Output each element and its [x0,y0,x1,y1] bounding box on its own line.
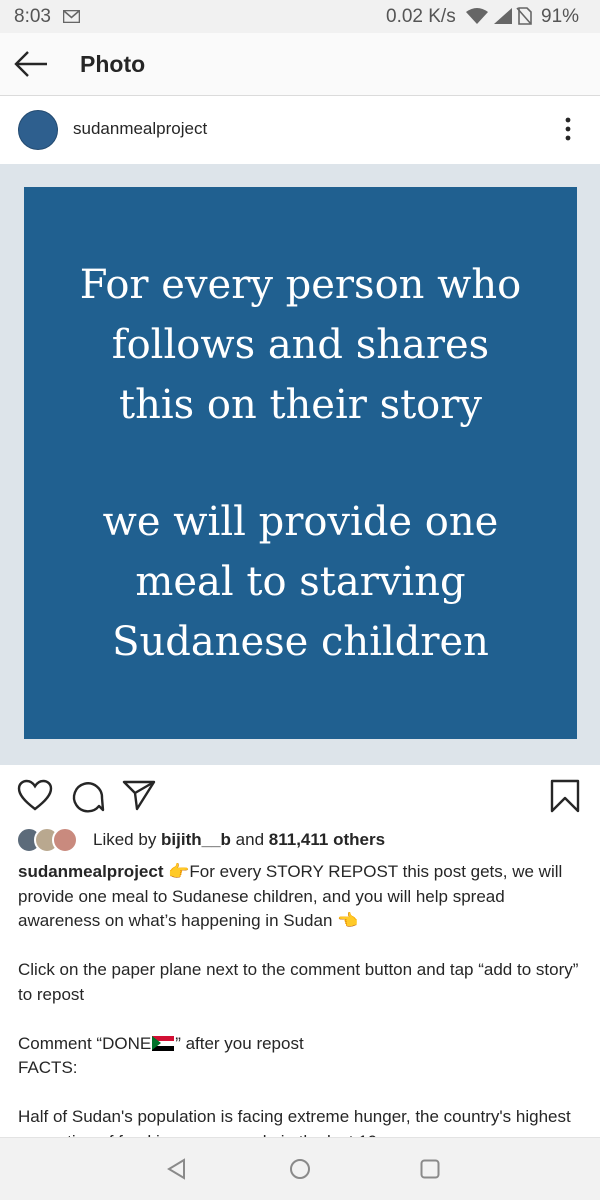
sudan-flag-icon [152,1035,175,1051]
caption-text: Comment “DONE [18,1033,152,1053]
liked-by-user[interactable]: bijith__b [161,830,231,849]
back-arrow-icon[interactable] [14,49,48,79]
photo-text-line: we will provide one [102,499,499,545]
status-bar: 8:03 0.02 K/s 91% [0,0,600,33]
system-nav-bar [0,1137,600,1200]
paper-plane-icon[interactable] [122,779,156,811]
no-sim-icon [516,7,532,25]
post-username[interactable]: sudanmealproject [73,119,207,139]
caption-text: ” after you repost [175,1033,304,1053]
likes-summary: Liked by bijith__b and 811,411 others [93,830,385,850]
photo-text-line: this on their story [119,382,482,428]
photo-text-block-1: For every person who follows and shares … [24,255,577,435]
nav-recents-icon[interactable] [418,1157,442,1181]
caption-paragraph: Click on the paper plane next to the com… [18,960,579,1004]
likes-prefix: Liked by [93,830,162,849]
heart-icon[interactable] [17,779,53,811]
status-time: 8:03 [14,6,51,27]
caption-paragraph: Comment “DONE ” after you repost [18,1032,584,1057]
more-options-icon[interactable] [562,116,574,142]
avatar[interactable] [18,110,58,150]
photo-card: For every person who follows and shares … [24,187,577,739]
likes-and: and [230,830,269,849]
bookmark-icon[interactable] [549,779,581,813]
photo-text-line: follows and shares [111,322,490,368]
photo-text-line: meal to starving [135,559,466,605]
post-actions [0,765,600,825]
photo-text-line: For every person who [79,262,522,308]
likes-row[interactable]: Liked by bijith__b and 811,411 others [0,827,600,855]
post-photo[interactable]: For every person who follows and shares … [0,164,600,765]
nav-back-icon[interactable] [165,1157,189,1181]
likes-count[interactable]: 811,411 others [269,830,385,849]
network-speed: 0.02 K/s [386,6,456,27]
caption-paragraph: FACTS: [18,1058,78,1077]
point-left-emoji: 👈 [337,911,359,930]
wifi-icon [466,8,488,24]
photo-text-line: Sudanese children [112,619,489,665]
battery-percentage: 91% [541,6,580,27]
nav-home-icon[interactable] [288,1157,312,1181]
liker-avatar [52,827,78,853]
photo-text-block-2: we will provide one meal to starving Sud… [24,492,577,672]
post-caption: sudanmealproject 👉For every STORY REPOST… [18,860,584,1154]
page-title: Photo [80,51,146,77]
caption-username[interactable]: sudanmealproject [18,862,164,881]
app-bar: Photo [0,33,600,96]
post-header: sudanmealproject [0,96,600,164]
comment-icon[interactable] [71,779,105,813]
signal-icon [494,8,512,24]
point-right-emoji: 👉 [168,862,190,881]
gmail-notification-icon [63,10,80,23]
caption-paragraph: sudanmealproject 👉For every STORY REPOST… [18,860,584,934]
